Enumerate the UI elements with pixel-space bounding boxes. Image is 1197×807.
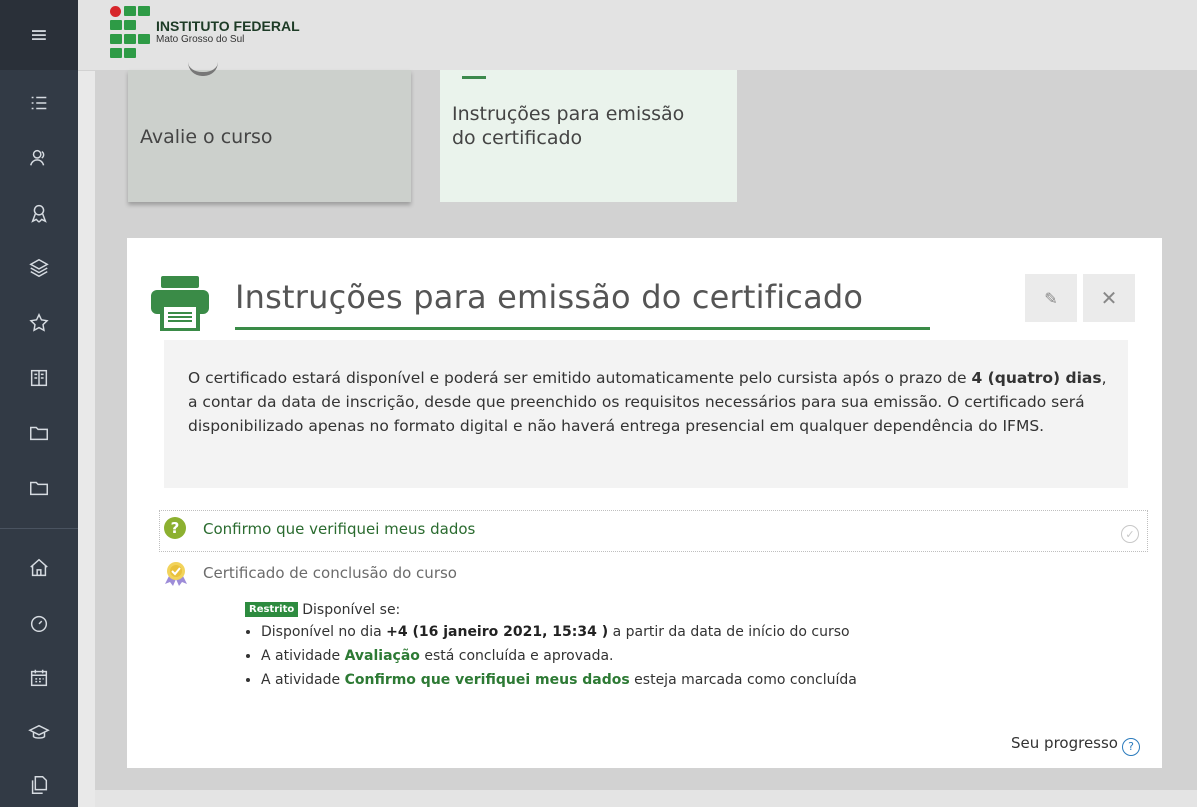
help-icon[interactable]: ? (1122, 737, 1140, 756)
activity-certificate: Certificado de conclusão do curso (163, 560, 763, 586)
tile-instrucoes-certificado[interactable]: Instruções para emissão do certificado (440, 70, 737, 202)
info-deadline: 4 (quatro) dias (971, 369, 1102, 387)
section-button[interactable] (0, 358, 78, 398)
copy-icon (31, 776, 48, 794)
progress-info: Seu progresso? (1011, 734, 1140, 756)
home-icon (30, 558, 48, 577)
badges-button[interactable] (0, 193, 78, 233)
activity-link[interactable]: Confirmo que verifiquei meus dados (203, 520, 475, 538)
dashboard-button[interactable] (0, 603, 78, 643)
progress-label: Seu progresso (1011, 734, 1118, 752)
book-icon (30, 369, 48, 387)
close-button[interactable]: ✕ (1083, 274, 1135, 322)
condition-avaliacao: A atividade Avaliação está concluída e a… (261, 644, 1095, 668)
restriction-info: RestritoDisponível se: Disponível no dia… (245, 602, 1095, 692)
list-icon (31, 96, 47, 110)
star-icon (29, 313, 49, 332)
info-box: O certificado estará disponível e poderá… (164, 340, 1128, 488)
avaliacao-link[interactable]: Avaliação (345, 648, 420, 664)
course-index-button[interactable] (0, 83, 78, 123)
grades-button[interactable] (0, 303, 78, 343)
activity-confirm-data[interactable]: ? Confirmo que verifiquei meus dados ✓ (159, 510, 1148, 552)
logo-title: INSTITUTO FEDERAL (156, 17, 300, 34)
users-icon (30, 149, 45, 166)
graduation-cap-icon (28, 724, 50, 739)
certificate-award-icon (165, 562, 187, 586)
tile-label: Avalie o curso (140, 126, 273, 148)
close-icon: ✕ (1100, 286, 1118, 310)
layers-icon (29, 258, 49, 278)
home-button[interactable] (0, 548, 78, 588)
ifms-logo[interactable]: INSTITUTO FEDERAL Mato Grosso do Sul (108, 6, 300, 58)
restricted-badge: Restrito (245, 602, 299, 617)
top-header: INSTITUTO FEDERAL Mato Grosso do Sul (78, 0, 1197, 71)
edit-button[interactable]: ✎ (1025, 274, 1077, 322)
printer-icon (151, 276, 209, 331)
calendar-icon (30, 669, 48, 687)
tile-icon-partial (188, 60, 218, 76)
tile-avalie-curso[interactable]: Avalie o curso (128, 70, 411, 202)
participants-button[interactable] (0, 138, 78, 178)
folder-icon (30, 481, 48, 496)
logo-subtitle: Mato Grosso do Sul (156, 34, 245, 46)
competencies-button[interactable] (0, 248, 78, 288)
title-underline (235, 327, 930, 330)
calendar-button[interactable] (0, 658, 78, 698)
condition-confirm: A atividade Confirmo que verifiquei meus… (261, 668, 1095, 692)
tile-icon-partial (462, 68, 486, 79)
certificate-label: Certificado de conclusão do curso (203, 564, 457, 582)
badge-icon (31, 204, 47, 223)
bottom-strip (95, 790, 1197, 807)
tile-label: Instruções para emissão do certificado (452, 103, 685, 149)
condition-date: Disponível no dia +4 (16 janeiro 2021, 1… (261, 620, 1095, 644)
folder-button-1[interactable] (0, 413, 78, 453)
pencil-icon: ✎ (1044, 288, 1058, 308)
sidebar-divider (0, 528, 78, 529)
section-card: Instruções para emissão do certificado ✎… (127, 238, 1162, 768)
question-icon: ? (164, 517, 186, 539)
menu-toggle-button[interactable]: ≡ (0, 0, 78, 70)
section-title: Instruções para emissão do certificado (235, 278, 864, 316)
info-text: O certificado estará disponível e poderá… (188, 369, 1107, 435)
dashboard-icon (30, 615, 48, 632)
folder-icon (30, 426, 48, 441)
sidebar: ≡ (0, 0, 78, 807)
menu-icon: ≡ (29, 22, 49, 48)
content-bank-button[interactable] (0, 765, 78, 805)
restriction-intro: Disponível se: (302, 602, 401, 618)
confirm-data-link[interactable]: Confirmo que verifiquei meus dados (345, 672, 630, 688)
my-courses-button[interactable] (0, 713, 78, 753)
folder-button-2[interactable] (0, 468, 78, 508)
completion-check-icon[interactable]: ✓ (1121, 525, 1139, 543)
ifms-logo-mark (108, 6, 150, 58)
